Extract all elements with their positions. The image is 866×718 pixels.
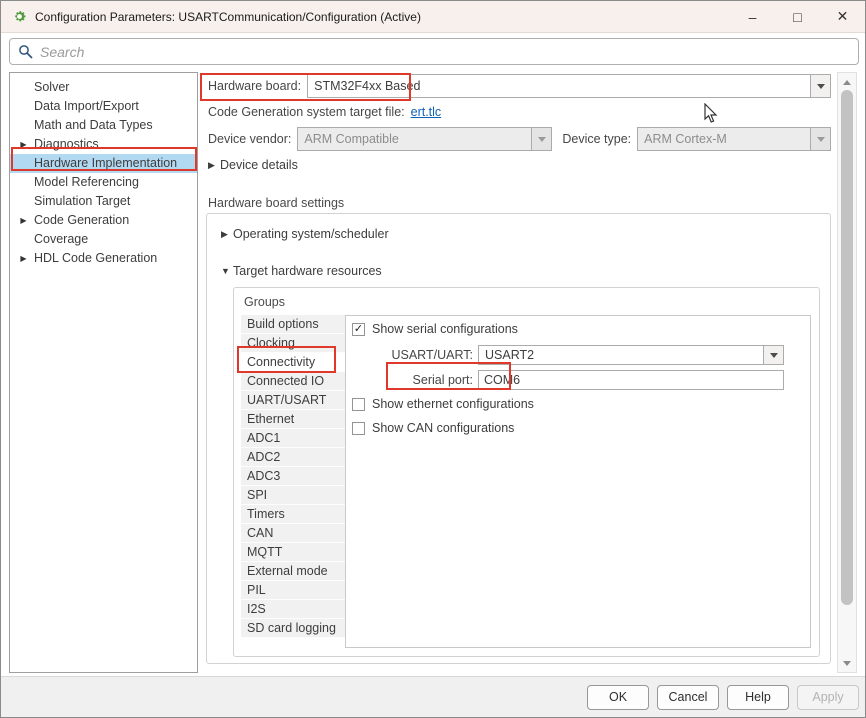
search-icon — [18, 44, 33, 59]
search-bar — [9, 38, 859, 65]
scroll-down-icon[interactable] — [838, 656, 856, 670]
device-type-label: Device type: — [562, 132, 631, 146]
sidebar-item-model-referencing[interactable]: Model Referencing — [10, 173, 197, 192]
group-item-build-options[interactable]: Build options — [241, 315, 345, 334]
connectivity-settings-panel: ✓ Show serial configurations USART/UART:… — [345, 315, 811, 648]
configuration-parameters-window: Configuration Parameters: USARTCommunica… — [0, 0, 866, 718]
collapsed-arrow-icon[interactable]: ▶ — [208, 160, 220, 171]
sidebar-item-math-and-data-types[interactable]: Math and Data Types — [10, 116, 197, 135]
sidebar-item-diagnostics[interactable]: ▶Diagnostics — [10, 135, 197, 154]
target-file-row: Code Generation system target file: ert.… — [208, 105, 831, 119]
group-item-adc2[interactable]: ADC2 — [241, 448, 345, 467]
tree-expand-icon[interactable]: ▶ — [17, 249, 30, 268]
show-ethernet-config-row: Show ethernet configurations — [352, 397, 534, 411]
category-tree: Solver Data Import/Export Math and Data … — [9, 72, 198, 673]
group-item-adc3[interactable]: ADC3 — [241, 467, 345, 486]
groups-list: Build options Clocking Connectivity Conn… — [241, 315, 345, 638]
group-item-uart-usart[interactable]: UART/USART — [241, 391, 345, 410]
group-item-pil[interactable]: PIL — [241, 581, 345, 600]
group-item-connectivity[interactable]: Connectivity — [241, 353, 345, 372]
expanded-arrow-icon[interactable]: ▼ — [221, 266, 233, 276]
minimize-button[interactable]: – — [730, 1, 775, 32]
serial-port-row: Serial port: — [348, 370, 784, 390]
sidebar-item-data-import-export[interactable]: Data Import/Export — [10, 97, 197, 116]
maximize-button[interactable]: □ — [775, 1, 820, 32]
dropdown-arrow-icon — [531, 128, 551, 150]
group-item-can[interactable]: CAN — [241, 524, 345, 543]
usart-label: USART/UART: — [348, 348, 478, 362]
tree-expand-icon[interactable]: ▶ — [17, 211, 30, 230]
show-serial-config-row: ✓ Show serial configurations — [352, 322, 518, 336]
sidebar-item-hardware-implementation[interactable]: Hardware Implementation — [10, 154, 197, 173]
sidebar-item-code-generation[interactable]: ▶Code Generation — [10, 211, 197, 230]
show-can-config-row: Show CAN configurations — [352, 421, 514, 435]
vertical-scrollbar[interactable] — [837, 72, 857, 673]
usart-row: USART/UART: USART2 — [348, 345, 784, 365]
scrollbar-thumb[interactable] — [841, 90, 853, 605]
sidebar-item-coverage[interactable]: Coverage — [10, 230, 197, 249]
dropdown-arrow-icon — [810, 128, 830, 150]
ert-tlc-link[interactable]: ert.tlc — [411, 105, 442, 119]
close-button[interactable]: ✕ — [820, 1, 865, 32]
os-scheduler-expander[interactable]: ▶ Operating system/scheduler — [221, 227, 389, 241]
can-config-checkbox[interactable] — [352, 422, 365, 435]
target-hw-resources-panel: Groups Build options Clocking Connectivi… — [233, 287, 820, 657]
device-details-expander[interactable]: ▶ Device details — [208, 158, 831, 172]
device-details-label: Device details — [220, 158, 298, 172]
device-vendor-select: ARM Compatible — [297, 127, 552, 151]
collapsed-arrow-icon[interactable]: ▶ — [221, 229, 233, 240]
search-input[interactable] — [40, 44, 858, 60]
group-item-external-mode[interactable]: External mode — [241, 562, 345, 581]
usart-select[interactable]: USART2 — [478, 345, 784, 365]
ethernet-config-checkbox[interactable] — [352, 398, 365, 411]
apply-button: Apply — [797, 685, 859, 710]
target-file-label: Code Generation system target file: — [208, 105, 405, 119]
board-settings-panel: ▶ Operating system/scheduler ▼ Target ha… — [206, 213, 831, 664]
sidebar-item-hdl-code-generation[interactable]: ▶HDL Code Generation — [10, 249, 197, 268]
dropdown-arrow-icon[interactable] — [810, 75, 830, 97]
ethernet-config-label: Show ethernet configurations — [372, 397, 534, 411]
ok-button[interactable]: OK — [587, 685, 649, 710]
scroll-up-icon[interactable] — [838, 75, 856, 89]
sidebar-item-solver[interactable]: Solver — [10, 78, 197, 97]
sidebar-item-simulation-target[interactable]: Simulation Target — [10, 192, 197, 211]
help-button[interactable]: Help — [727, 685, 789, 710]
group-item-i2s[interactable]: I2S — [241, 600, 345, 619]
hardware-board-select[interactable]: STM32F4xx Based — [307, 74, 831, 98]
group-item-connected-io[interactable]: Connected IO — [241, 372, 345, 391]
device-row: Device vendor: ARM Compatible Device typ… — [208, 127, 831, 151]
can-config-label: Show CAN configurations — [372, 421, 514, 435]
device-vendor-label: Device vendor: — [208, 132, 291, 146]
group-item-timers[interactable]: Timers — [241, 505, 345, 524]
window-title: Configuration Parameters: USARTCommunica… — [35, 10, 421, 24]
serial-port-label: Serial port: — [348, 373, 478, 387]
tree-expand-icon[interactable]: ▶ — [17, 135, 30, 154]
cancel-button[interactable]: Cancel — [657, 685, 719, 710]
group-item-spi[interactable]: SPI — [241, 486, 345, 505]
group-item-clocking[interactable]: Clocking — [241, 334, 345, 353]
dialog-footer: OK Cancel Help Apply — [1, 676, 865, 717]
serial-port-input[interactable] — [478, 370, 784, 390]
hardware-board-row: Hardware board: STM32F4xx Based — [208, 74, 831, 98]
groups-label: Groups — [244, 295, 285, 309]
target-hw-resources-expander[interactable]: ▼ Target hardware resources — [221, 264, 382, 278]
serial-config-label: Show serial configurations — [372, 322, 518, 336]
board-settings-header: Hardware board settings — [208, 196, 831, 210]
group-item-sd-card-logging[interactable]: SD card logging — [241, 619, 345, 638]
main-pane: Hardware board: STM32F4xx Based Code Gen… — [206, 72, 833, 673]
device-type-select: ARM Cortex-M — [637, 127, 831, 151]
app-gear-icon — [11, 9, 27, 25]
title-bar: Configuration Parameters: USARTCommunica… — [1, 1, 865, 33]
hardware-board-label: Hardware board: — [208, 79, 301, 93]
group-item-mqtt[interactable]: MQTT — [241, 543, 345, 562]
serial-config-checkbox[interactable]: ✓ — [352, 323, 365, 336]
group-item-adc1[interactable]: ADC1 — [241, 429, 345, 448]
group-item-ethernet[interactable]: Ethernet — [241, 410, 345, 429]
dropdown-arrow-icon[interactable] — [763, 346, 783, 364]
